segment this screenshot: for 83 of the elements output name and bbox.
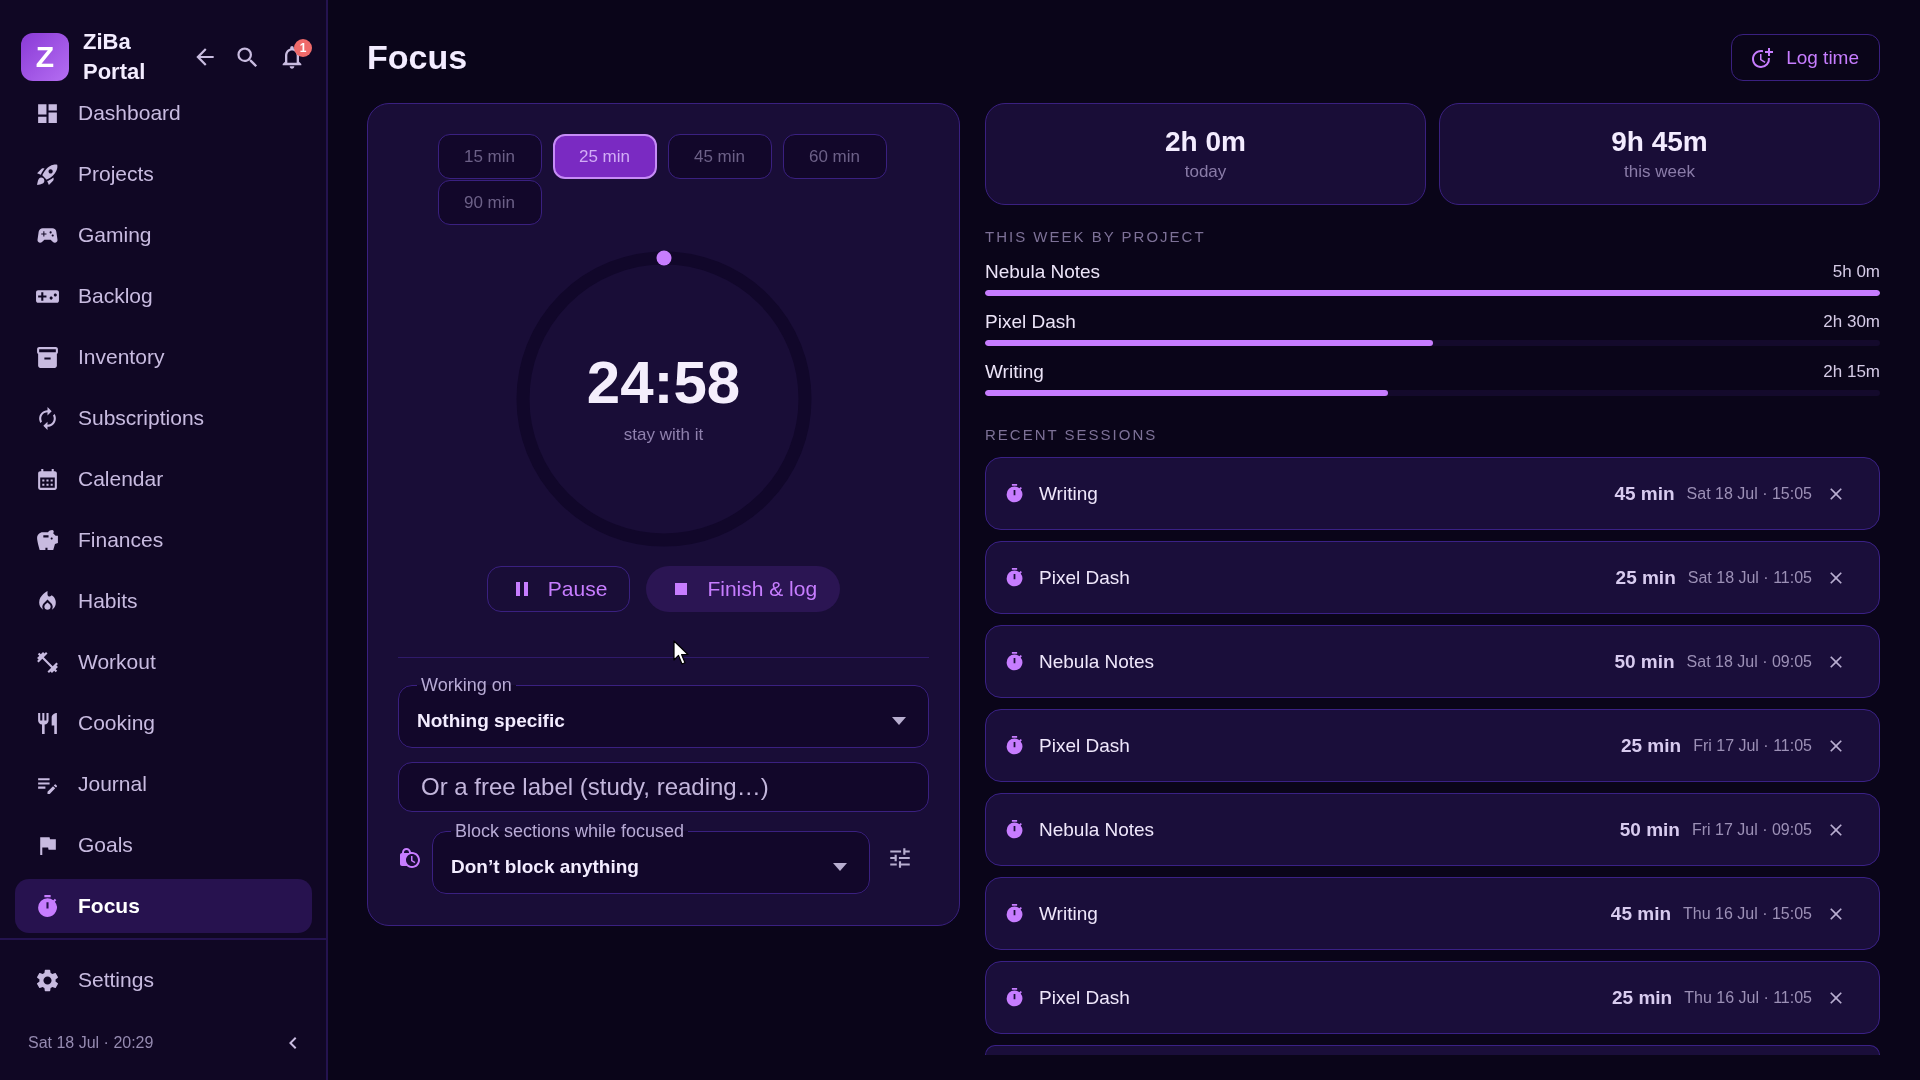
project-name: Writing: [985, 361, 1044, 383]
session-name: Writing: [1039, 902, 1098, 925]
session-name: Pixel Dash: [1039, 986, 1130, 1009]
field-label: Block sections while focused: [454, 821, 686, 841]
app-logo: Z: [21, 33, 69, 81]
stat-label: today: [1184, 162, 1227, 182]
select-value: Nothing specific: [417, 710, 565, 732]
mouse-pointer-icon: [673, 640, 691, 666]
session-duration: 50 min: [1619, 818, 1680, 841]
timer-caption: stay with it: [623, 425, 704, 445]
session-name: Nebula Notes: [1039, 650, 1155, 673]
settings-item[interactable]: Settings: [15, 952, 312, 1008]
stat-value: 2h 0m: [1165, 126, 1246, 158]
session-time: Sat 18 Jul · 09:05: [1686, 652, 1812, 671]
project-select[interactable]: Working on Nothing specific: [398, 675, 929, 748]
nav-item[interactable]: Focus: [15, 879, 312, 933]
lock-clock-icon: [398, 845, 422, 870]
session-name: Pixel Dash: [1039, 566, 1130, 589]
nav-item[interactable]: Cooking: [15, 696, 312, 750]
page-title: Focus: [367, 38, 468, 77]
log-time-button[interactable]: Log time: [1731, 34, 1880, 81]
section-heading: THIS WEEK BY PROJECT: [985, 229, 1207, 245]
project-total: 2h 30m: [1823, 312, 1880, 332]
stat-label: this week: [1624, 162, 1695, 182]
session-name: Nebula Notes: [1039, 818, 1155, 841]
nav-item[interactable]: Habits: [15, 574, 312, 628]
stopwatch-icon: [1004, 987, 1025, 1008]
session-time: Fri 17 Jul · 11:05: [1693, 736, 1812, 755]
timer-display: 24:58: [586, 353, 741, 413]
section-heading: RECENT SESSIONS: [985, 427, 1159, 443]
notification-badge: 1: [294, 39, 312, 57]
field-label: Working on: [420, 675, 513, 695]
nav-item[interactable]: Finances: [15, 513, 312, 567]
session-duration: 25 min: [1620, 734, 1682, 757]
session-time: Fri 17 Jul · 09:05: [1691, 820, 1812, 839]
nav-item[interactable]: Journal: [15, 757, 312, 811]
nav-item[interactable]: Workout: [15, 635, 312, 689]
session-name: Writing: [1039, 482, 1098, 505]
free-label-input[interactable]: Or a free label (study, reading…): [398, 762, 929, 812]
stopwatch-icon: [35, 893, 60, 919]
app-name: ZiBa Portal: [83, 28, 147, 86]
stopwatch-icon: [1004, 483, 1025, 504]
stopwatch-icon: [1004, 903, 1025, 924]
nav-item[interactable]: Subscriptions: [15, 391, 312, 445]
stopwatch-icon: [1004, 567, 1025, 588]
nav-item[interactable]: Dashboard: [15, 86, 312, 140]
duration-chip[interactable]: 25 min: [552, 134, 657, 179]
clock-plus-icon: [1750, 45, 1775, 70]
session-duration: 50 min: [1614, 650, 1675, 673]
fork-knife-icon: [35, 710, 60, 736]
project-total: 5h 0m: [1832, 262, 1880, 282]
session-time: Sat 18 Jul · 11:05: [1687, 568, 1812, 587]
project-name: Nebula Notes: [985, 261, 1101, 283]
nav-item[interactable]: Backlog: [15, 269, 312, 323]
nav-item[interactable]: Gaming: [15, 208, 312, 262]
finish-log-button[interactable]: Finish & log: [646, 566, 841, 612]
nav-item[interactable]: Inventory: [15, 330, 312, 384]
session-name: Pixel Dash: [1039, 734, 1130, 757]
nav-item[interactable]: Calendar: [15, 452, 312, 506]
session-time: Thu 16 Jul · 15:05: [1683, 904, 1812, 923]
stat-value: 9h 45m: [1611, 126, 1708, 158]
session-time: Thu 16 Jul · 11:05: [1684, 988, 1812, 1007]
archive-box-icon: [35, 344, 60, 370]
session-duration: 25 min: [1612, 986, 1673, 1009]
pause-button[interactable]: Pause: [486, 566, 631, 612]
project-name: Pixel Dash: [985, 311, 1076, 333]
calendar-icon: [35, 466, 60, 492]
block-sections-select[interactable]: Block sections while focused Don’t block anything: [432, 821, 870, 894]
stopwatch-icon: [1004, 735, 1025, 756]
session-time: Sat 18 Jul · 15:05: [1686, 484, 1812, 503]
nav-item[interactable]: Projects: [15, 147, 312, 201]
caret-down-icon: [892, 717, 906, 725]
sidebar-datetime: Sat 18 Jul · 20:29: [28, 1034, 154, 1052]
project-total: 2h 15m: [1823, 362, 1880, 382]
piggy-bank-icon: [35, 527, 60, 553]
stopwatch-icon: [1004, 819, 1025, 840]
stopwatch-icon: [1004, 651, 1025, 672]
session-duration: 45 min: [1614, 482, 1675, 505]
caret-down-icon: [833, 863, 847, 871]
nav-item[interactable]: Goals: [15, 818, 312, 872]
session-duration: 25 min: [1615, 566, 1676, 589]
session-duration: 45 min: [1610, 902, 1672, 925]
select-value: Don’t block anything: [451, 856, 639, 878]
